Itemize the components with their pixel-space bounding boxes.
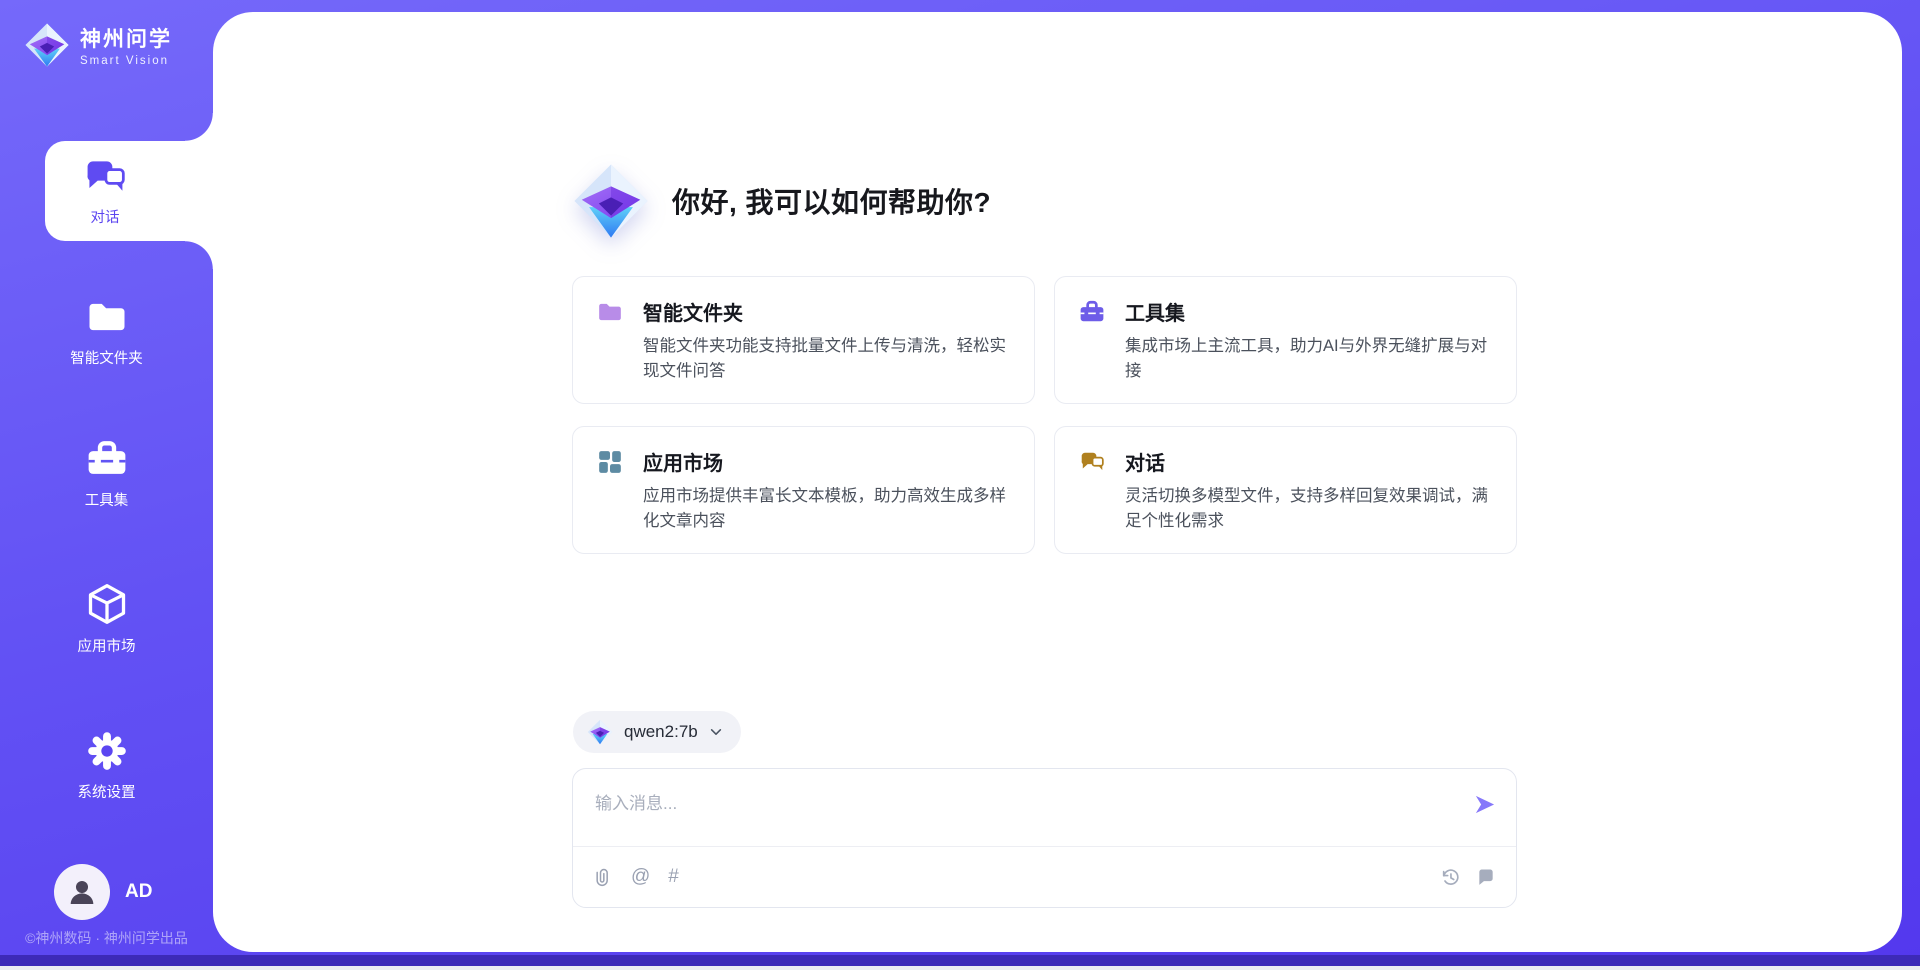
model-name: qwen2:7b <box>624 722 698 742</box>
card-smart-folder[interactable]: 智能文件夹 智能文件夹功能支持批量文件上传与清洗，轻松实现文件问答 <box>572 276 1035 404</box>
sidebar-item-toolset[interactable]: 工具集 <box>0 438 213 510</box>
person-icon <box>65 875 99 909</box>
sidebar-item-label: 工具集 <box>0 489 213 510</box>
grid-icon <box>597 449 623 475</box>
cube-icon <box>0 582 213 626</box>
card-title: 应用市场 <box>643 447 723 476</box>
history-button[interactable] <box>1440 867 1461 888</box>
hashtag-icon[interactable]: # <box>668 866 679 888</box>
sidebar-item-chat[interactable]: 对话 <box>45 141 213 241</box>
feature-cards: 智能文件夹 智能文件夹功能支持批量文件上传与清洗，轻松实现文件问答 工具集 集成… <box>572 276 1517 554</box>
toolbox-icon <box>0 438 213 480</box>
chat-icon <box>1079 449 1105 475</box>
gear-icon <box>0 730 213 772</box>
sidebar-item-label: 系统设置 <box>0 781 213 802</box>
folder-icon <box>0 296 213 338</box>
sidebar-item-app-market[interactable]: 应用市场 <box>0 582 213 656</box>
send-button[interactable] <box>1473 793 1496 816</box>
card-title: 对话 <box>1125 447 1165 476</box>
avatar <box>54 864 110 920</box>
sidebar-item-label: 对话 <box>91 206 120 227</box>
sidebar-item-smart-folder[interactable]: 智能文件夹 <box>0 296 213 368</box>
brand-subtitle: Smart Vision <box>80 55 172 67</box>
new-chat-button[interactable] <box>1476 867 1496 887</box>
message-square-icon <box>1476 867 1496 887</box>
attach-button[interactable] <box>593 866 613 888</box>
sidebar-item-label: 应用市场 <box>0 635 213 656</box>
brand-name: 神州问学 <box>80 23 172 53</box>
message-input[interactable] <box>573 769 1446 846</box>
folder-icon <box>597 299 623 325</box>
diamond-logo-icon <box>24 22 70 68</box>
message-composer: @ # <box>572 768 1517 908</box>
scrollbar-track[interactable] <box>0 966 1920 970</box>
user-profile[interactable]: AD <box>54 864 152 920</box>
sidebar: 神州问学 Smart Vision 对话 智能文件夹 <box>0 0 213 970</box>
bottom-strip <box>0 955 1920 966</box>
card-title: 工具集 <box>1125 297 1185 326</box>
sidebar-item-label: 智能文件夹 <box>0 347 213 368</box>
user-initials: AD <box>125 881 152 903</box>
card-description: 智能文件夹功能支持批量文件上传与清洗，轻松实现文件问答 <box>643 334 1010 384</box>
card-toolset[interactable]: 工具集 集成市场上主流工具，助力AI与外界无缝扩展与对接 <box>1054 276 1517 404</box>
toolbox-icon <box>1079 299 1105 325</box>
greeting-text: 你好, 我可以如何帮助你? <box>672 181 991 221</box>
brand: 神州问学 Smart Vision <box>24 22 172 68</box>
copyright: ©神州数码 · 神州问学出品 <box>0 928 213 948</box>
card-description: 集成市场上主流工具，助力AI与外界无缝扩展与对接 <box>1125 334 1492 384</box>
card-app-market[interactable]: 应用市场 应用市场提供丰富长文本模板，助力高效生成多样化文章内容 <box>572 426 1035 554</box>
send-icon <box>1473 793 1496 816</box>
main-panel: 你好, 我可以如何帮助你? 智能文件夹 智能文件夹功能支持批量文件上传与清洗，轻… <box>213 12 1902 952</box>
sidebar-item-settings[interactable]: 系统设置 <box>0 730 213 802</box>
model-selector[interactable]: qwen2:7b <box>573 711 741 753</box>
mention-icon[interactable]: @ <box>631 866 650 888</box>
card-description: 灵活切换多模型文件，支持多样回复效果调试，满足个性化需求 <box>1125 484 1492 534</box>
greeting: 你好, 我可以如何帮助你? <box>572 162 991 240</box>
diamond-logo-icon <box>572 162 650 240</box>
diamond-logo-icon <box>587 719 613 745</box>
chat-icon <box>83 155 127 199</box>
card-description: 应用市场提供丰富长文本模板，助力高效生成多样化文章内容 <box>643 484 1010 534</box>
card-title: 智能文件夹 <box>643 297 743 326</box>
paperclip-icon <box>593 866 613 888</box>
chevron-down-icon <box>709 725 723 739</box>
card-chat[interactable]: 对话 灵活切换多模型文件，支持多样回复效果调试，满足个性化需求 <box>1054 426 1517 554</box>
history-clock-icon <box>1440 867 1461 888</box>
